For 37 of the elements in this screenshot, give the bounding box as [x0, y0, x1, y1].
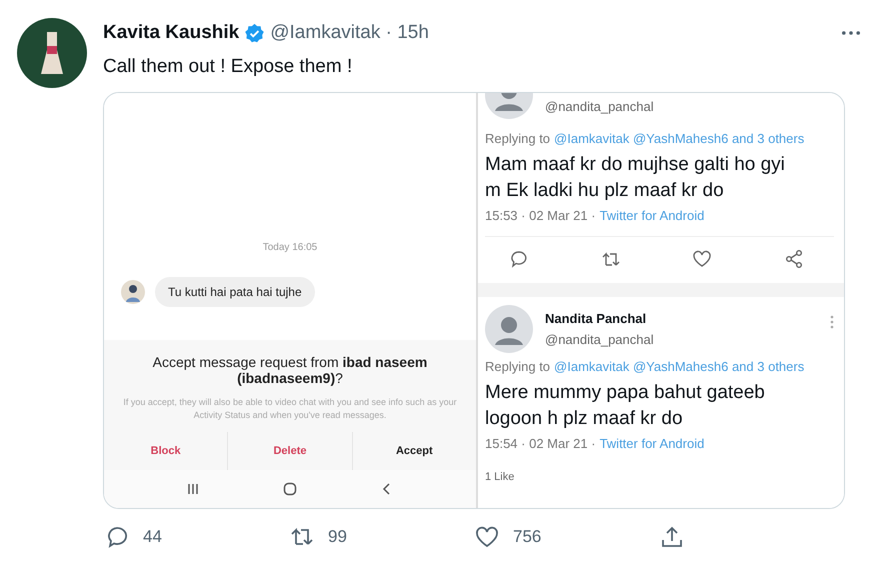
home-icon[interactable] [282, 482, 297, 496]
chat-date: Today 16:05 [262, 242, 318, 255]
mention-link: @Iamkavitak @YashMahesh6 and 3 others [554, 359, 804, 374]
reply-text: Mam maaf kr do mujhse galti ho gyi m Ek ladki hu plz maaf kr do [485, 153, 786, 203]
handle-and-time: @Iamkavitak · 15h [270, 22, 429, 44]
sender-avatar-icon [121, 280, 145, 304]
media-card[interactable] [103, 92, 845, 509]
reply-author-handle: @nandita_panchal [545, 99, 654, 114]
mention-link: @Iamkavitak @YashMahesh6 and 3 others [554, 131, 804, 146]
reply-author-name: Nandita Panchal [545, 311, 648, 326]
request-title: Accept message request from ibad naseem (ibadnaseem9)? [152, 354, 428, 386]
replying-label: Replying to [485, 131, 550, 146]
author-name[interactable]: Kavita Kaushik [103, 22, 240, 44]
reply-timestamp: 15:53 · 02 Mar 21 · [485, 208, 596, 223]
reply-icon [509, 249, 529, 269]
reply-icon[interactable] [105, 525, 129, 549]
source-link: Twitter for Android [600, 436, 704, 451]
action-count: 99 [328, 527, 347, 547]
recents-icon[interactable] [186, 482, 200, 496]
more-vertical-icon [830, 315, 834, 329]
replying-label: Replying to [485, 359, 550, 374]
share-icon [784, 249, 804, 269]
reply-timestamp: 15:54 · 02 Mar 21 · [485, 436, 596, 451]
share-icon[interactable] [660, 525, 684, 549]
action-count: 44 [143, 527, 162, 547]
avatar-icon[interactable] [17, 18, 87, 88]
action-count: 756 [513, 527, 542, 547]
tweet-text: Call them out ! Expose them ! [103, 56, 354, 79]
message-bubble: Tu kutti hai pata hai tujhe [155, 277, 315, 307]
reply-author-handle: @nandita_panchal [545, 332, 654, 347]
request-description: If you accept, they will also be able to video chat with you and see info such as your Activity Status and when you've read messages. [122, 396, 458, 422]
reply-text: Mere mummy papa bahut gateeb logoon h plz maaf kr do [485, 381, 766, 431]
like-count: 1 Like [485, 471, 516, 483]
heart-icon [692, 249, 712, 269]
more-icon[interactable] [842, 31, 860, 35]
source-link: Twitter for Android [600, 208, 704, 223]
heart-icon[interactable] [475, 525, 499, 549]
